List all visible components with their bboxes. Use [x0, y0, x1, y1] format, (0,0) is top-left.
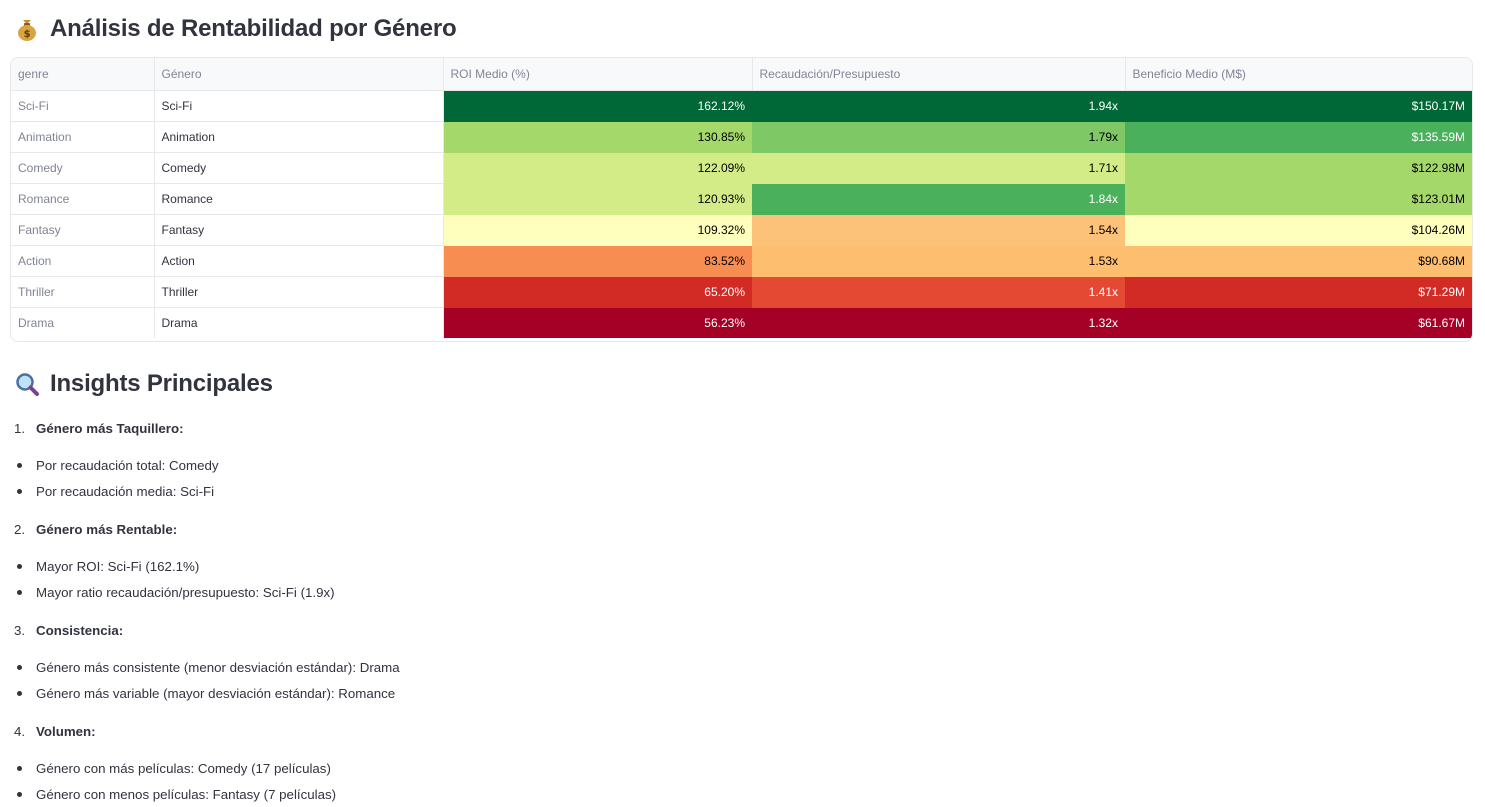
cell-beneficio[interactable]: $71.29M [1125, 276, 1472, 308]
cell-ratio[interactable]: 1.71x [752, 152, 1125, 184]
insights-title-text: Insights Principales [50, 370, 273, 397]
cell-ratio[interactable]: 1.32x [752, 307, 1125, 338]
cell-roi[interactable]: 162.12% [443, 90, 752, 122]
cell-ratio[interactable]: 1.84x [752, 183, 1125, 215]
insight-section: 3. Consistencia: [14, 615, 123, 645]
header-genero[interactable]: Género [154, 58, 444, 91]
list-item-text: Por recaudación media: Sci-Fi [36, 483, 215, 499]
list-item: Género más variable (mayor desviación es… [14, 680, 395, 706]
table-row: Romance Romance 120.93% 1.84x $123.01M [11, 183, 1472, 215]
cell-index[interactable]: Animation [11, 121, 155, 153]
table-header-row: genre Género ROI Medio (%) Recaudación/P… [11, 58, 1472, 91]
list-item-text: Género más variable (mayor desviación es… [36, 685, 396, 701]
cell-beneficio[interactable]: $135.59M [1125, 121, 1472, 153]
page-title-text: Análisis de Rentabilidad por Género [50, 15, 457, 42]
cell-roi[interactable]: 122.09% [443, 152, 752, 184]
list-item: Género con menos películas: Fantasy (7 p… [14, 781, 336, 807]
table-row: Drama Drama 56.23% 1.32x $61.67M [11, 307, 1472, 338]
list-item: Mayor ROI: Sci-Fi (162.1%) [14, 553, 199, 579]
cell-beneficio[interactable]: $104.26M [1125, 214, 1472, 246]
list-item-text: Género más consistente (menor desviación… [36, 659, 400, 675]
section-title: Consistencia: [36, 622, 124, 638]
cell-ratio[interactable]: 1.53x [752, 245, 1125, 277]
cell-ratio[interactable]: 1.54x [752, 214, 1125, 246]
dataframe[interactable]: genre Género ROI Medio (%) Recaudación/P… [10, 57, 1473, 342]
list-item: Mayor ratio recaudación/presupuesto: Sci… [14, 579, 335, 605]
header-beneficio[interactable]: Beneficio Medio (M$) [1125, 58, 1472, 91]
bullet-icon [17, 563, 22, 569]
cell-index[interactable]: Romance [11, 183, 155, 215]
insights-title: Insights Principales [14, 367, 273, 401]
section-number: 1. [14, 420, 26, 436]
cell-genero[interactable]: Drama [154, 307, 444, 338]
header-ratio[interactable]: Recaudación/Presupuesto [752, 58, 1126, 91]
list-item: Por recaudación media: Sci-Fi [14, 478, 214, 504]
cell-roi[interactable]: 120.93% [443, 183, 752, 215]
money-bag-icon: $ [18, 20, 36, 41]
bullet-icon [17, 488, 22, 494]
cell-genero[interactable]: Sci-Fi [154, 90, 444, 122]
list-item: Por recaudación total: Comedy [14, 452, 219, 478]
cell-genero[interactable]: Animation [154, 121, 444, 153]
cell-beneficio[interactable]: $122.98M [1125, 152, 1472, 184]
bullet-icon [17, 589, 22, 595]
section-title: Género más Taquillero: [36, 420, 184, 436]
table-row: Comedy Comedy 122.09% 1.71x $122.98M [11, 152, 1472, 184]
bullet-icon [17, 690, 22, 696]
cell-ratio[interactable]: 1.79x [752, 121, 1125, 153]
section-title: Género más Rentable: [36, 521, 178, 537]
cell-roi[interactable]: 56.23% [443, 307, 752, 338]
cell-index[interactable]: Drama [11, 307, 155, 338]
insight-section: 4. Volumen: [14, 716, 96, 746]
list-item-text: Mayor ratio recaudación/presupuesto: Sci… [36, 584, 335, 600]
cell-index[interactable]: Sci-Fi [11, 90, 155, 122]
cell-index[interactable]: Action [11, 245, 155, 277]
svg-text:$: $ [24, 29, 31, 40]
cell-genero[interactable]: Comedy [154, 152, 444, 184]
cell-roi[interactable]: 130.85% [443, 121, 752, 153]
cell-beneficio[interactable]: $123.01M [1125, 183, 1472, 215]
section-title: Volumen: [36, 723, 96, 739]
cell-roi[interactable]: 65.20% [443, 276, 752, 308]
list-item-text: Por recaudación total: Comedy [36, 457, 219, 473]
list-item-text: Género con menos películas: Fantasy (7 p… [36, 786, 337, 802]
cell-genero[interactable]: Romance [154, 183, 444, 215]
list-item-text: Mayor ROI: Sci-Fi (162.1%) [36, 558, 200, 574]
insight-section: 1. Género más Taquillero: [14, 413, 184, 443]
page-title: $ Análisis de Rentabilidad por Género [14, 12, 457, 46]
bullet-icon [17, 664, 22, 670]
bullet-icon [17, 791, 22, 797]
cell-genero[interactable]: Thriller [154, 276, 444, 308]
section-number: 2. [14, 521, 26, 537]
section-number: 3. [14, 622, 26, 638]
cell-genero[interactable]: Fantasy [154, 214, 444, 246]
cell-index[interactable]: Fantasy [11, 214, 155, 246]
list-item-text: Género con más películas: Comedy (17 pel… [36, 760, 331, 776]
header-genre[interactable]: genre [11, 58, 155, 91]
profitability-table: genre Género ROI Medio (%) Recaudación/P… [11, 58, 1472, 338]
cell-ratio[interactable]: 1.41x [752, 276, 1125, 308]
cell-beneficio[interactable]: $61.67M [1125, 307, 1472, 338]
table-row: Sci-Fi Sci-Fi 162.12% 1.94x $150.17M [11, 90, 1472, 122]
magnifying-glass-icon [16, 373, 39, 396]
list-item: Género más consistente (menor desviación… [14, 654, 400, 680]
cell-beneficio[interactable]: $90.68M [1125, 245, 1472, 277]
table-row: Action Action 83.52% 1.53x $90.68M [11, 245, 1472, 277]
table-row: Fantasy Fantasy 109.32% 1.54x $104.26M [11, 214, 1472, 246]
cell-index[interactable]: Thriller [11, 276, 155, 308]
bullet-icon [17, 765, 22, 771]
table-row: Thriller Thriller 65.20% 1.41x $71.29M [11, 276, 1472, 308]
cell-roi[interactable]: 83.52% [443, 245, 752, 277]
table-row: Animation Animation 130.85% 1.79x $135.59M [11, 121, 1472, 153]
cell-index[interactable]: Comedy [11, 152, 155, 184]
cell-ratio[interactable]: 1.94x [752, 90, 1125, 122]
insight-section: 2. Género más Rentable: [14, 514, 177, 544]
cell-roi[interactable]: 109.32% [443, 214, 752, 246]
bullet-icon [17, 462, 22, 468]
section-number: 4. [14, 723, 26, 739]
list-item: Género con más películas: Comedy (17 pel… [14, 755, 331, 781]
cell-beneficio[interactable]: $150.17M [1125, 90, 1472, 122]
header-roi[interactable]: ROI Medio (%) [443, 58, 753, 91]
cell-genero[interactable]: Action [154, 245, 444, 277]
